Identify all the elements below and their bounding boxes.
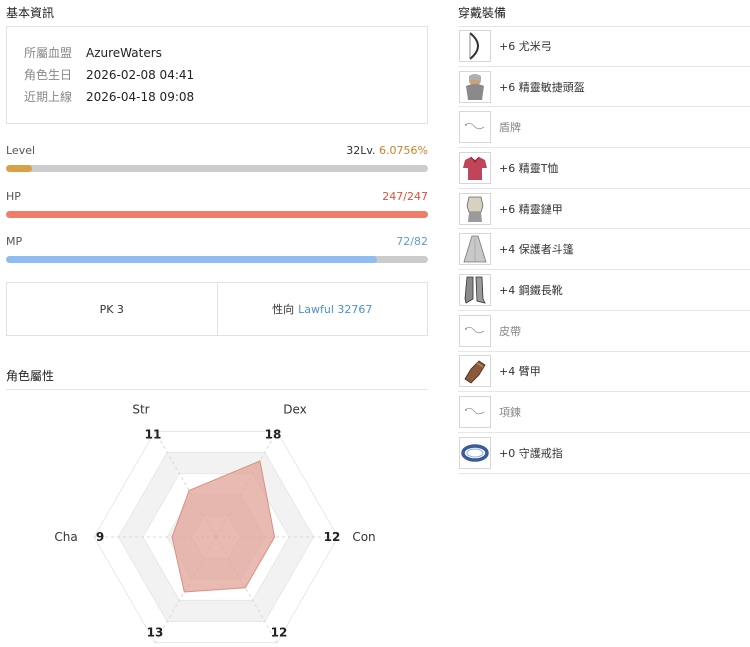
- mp-bar: [6, 256, 428, 263]
- info-row-clan: 所屬血盟 AzureWaters: [24, 44, 162, 61]
- gauntlet-icon: [459, 355, 491, 388]
- mp-bar-fill: [6, 256, 377, 263]
- cloak-icon: [459, 233, 491, 266]
- level-readout: 32Lv. 6.0756%: [346, 144, 428, 157]
- radar-stat-name: Con: [352, 530, 375, 544]
- mp-label: MP: [6, 235, 23, 248]
- bow-icon: [459, 30, 491, 63]
- hp-bar-fill: [6, 211, 428, 218]
- equip-slot-gauntlet[interactable]: +4 臂甲: [458, 352, 750, 393]
- attributes-divider: [6, 389, 428, 390]
- ring-icon: [459, 436, 491, 469]
- info-row-birthday: 角色生日 2026-02-08 04:41: [24, 66, 194, 83]
- mp-value: 72/82: [396, 235, 428, 248]
- equip-name: +6 精靈敏捷頭盔: [499, 80, 585, 94]
- level-value: 32Lv.: [346, 144, 376, 157]
- equipment-list: +6 尤米弓 +6 精靈敏捷頭盔 盾牌 +6 精靈T恤 +6 精靈鏈甲 +4 保…: [458, 26, 750, 474]
- shield-placeholder-icon: [459, 111, 491, 144]
- radar-stat-name: Dex: [283, 402, 307, 416]
- attributes-title: 角色屬性: [6, 369, 55, 383]
- equip-name: 項鍊: [499, 406, 521, 420]
- pk-count: PK 3: [99, 302, 124, 316]
- necklace-placeholder-icon: [459, 396, 491, 429]
- attribute-radar-chart: 11 Str 18Dex 12 Con 12 13 9 Cha: [54, 402, 376, 644]
- last-online-value: 2026-04-18 09:08: [86, 90, 195, 104]
- equip-slot-boots[interactable]: +4 鋼鐵長靴: [458, 270, 750, 311]
- equip-name: 盾牌: [499, 121, 521, 135]
- equip-slot-weapon[interactable]: +6 尤米弓: [458, 26, 750, 67]
- alignment-value: Lawful 32767: [298, 302, 373, 316]
- equip-name: +6 精靈鏈甲: [499, 202, 563, 216]
- level-label: Level: [6, 144, 36, 157]
- alignment-label: 性向: [272, 303, 295, 316]
- helmet-icon: [459, 70, 491, 103]
- equip-name: +4 鋼鐵長靴: [499, 283, 563, 297]
- equip-slot-belt[interactable]: 皮帶: [458, 311, 750, 352]
- radar-value-label: 18: [265, 427, 282, 441]
- radar-value-label: 9: [96, 530, 104, 544]
- boots-icon: [459, 273, 491, 306]
- equip-name: +4 臂甲: [499, 365, 541, 379]
- equip-name: +6 尤米弓: [499, 40, 552, 54]
- radar-value-label: 11: [145, 427, 162, 441]
- last-online-label: 近期上線: [24, 90, 73, 104]
- level-bar: [6, 165, 428, 172]
- radar-stat-name: Cha: [54, 530, 77, 544]
- radar-stat-name: Str: [132, 402, 149, 416]
- clan-label: 所屬血盟: [24, 46, 73, 60]
- equip-slot-armor[interactable]: +6 精靈鏈甲: [458, 189, 750, 230]
- clan-value: AzureWaters: [86, 46, 162, 60]
- birthday-label: 角色生日: [24, 68, 73, 82]
- equip-slot-cloak[interactable]: +4 保護者斗篷: [458, 229, 750, 271]
- level-bar-fill: [6, 165, 32, 172]
- pk-alignment-panel: PK 3 性向 Lawful 32767: [6, 282, 428, 336]
- hp-value: 247/247: [382, 190, 428, 203]
- radar-value-label: 12: [271, 626, 288, 640]
- equip-slot-helmet[interactable]: +6 精靈敏捷頭盔: [458, 67, 750, 108]
- equip-slot-shield[interactable]: 盾牌: [458, 107, 750, 149]
- level-percent: 6.0756%: [379, 144, 428, 157]
- radar-value-label: 13: [147, 626, 164, 640]
- equip-slot-tshirt[interactable]: +6 精靈T恤: [458, 148, 750, 189]
- equip-name: 皮帶: [499, 324, 521, 338]
- belt-placeholder-icon: [459, 314, 491, 347]
- equip-slot-necklace[interactable]: 項鍊: [458, 392, 750, 433]
- radar-value-label: 12: [324, 530, 341, 544]
- tshirt-icon: [459, 151, 491, 184]
- hp-bar: [6, 211, 428, 218]
- equip-name: +0 守護戒指: [499, 446, 563, 460]
- basic-info-panel: 所屬血盟 AzureWaters 角色生日 2026-02-08 04:41 近期上…: [6, 26, 428, 124]
- equipment-title: 穿戴裝備: [458, 6, 507, 20]
- info-row-last-online: 近期上線 2026-04-18 09:08: [24, 88, 194, 105]
- basic-info-title: 基本資訊: [6, 6, 55, 20]
- alignment-cell: 性向 Lawful 32767: [216, 283, 428, 335]
- hp-label: HP: [6, 190, 21, 203]
- equip-name: +6 精靈T恤: [499, 161, 559, 175]
- chainmail-icon: [459, 192, 491, 225]
- equip-slot-ring[interactable]: +0 守護戒指: [458, 433, 750, 474]
- equip-name: +4 保護者斗篷: [499, 243, 574, 257]
- birthday-value: 2026-02-08 04:41: [86, 68, 195, 82]
